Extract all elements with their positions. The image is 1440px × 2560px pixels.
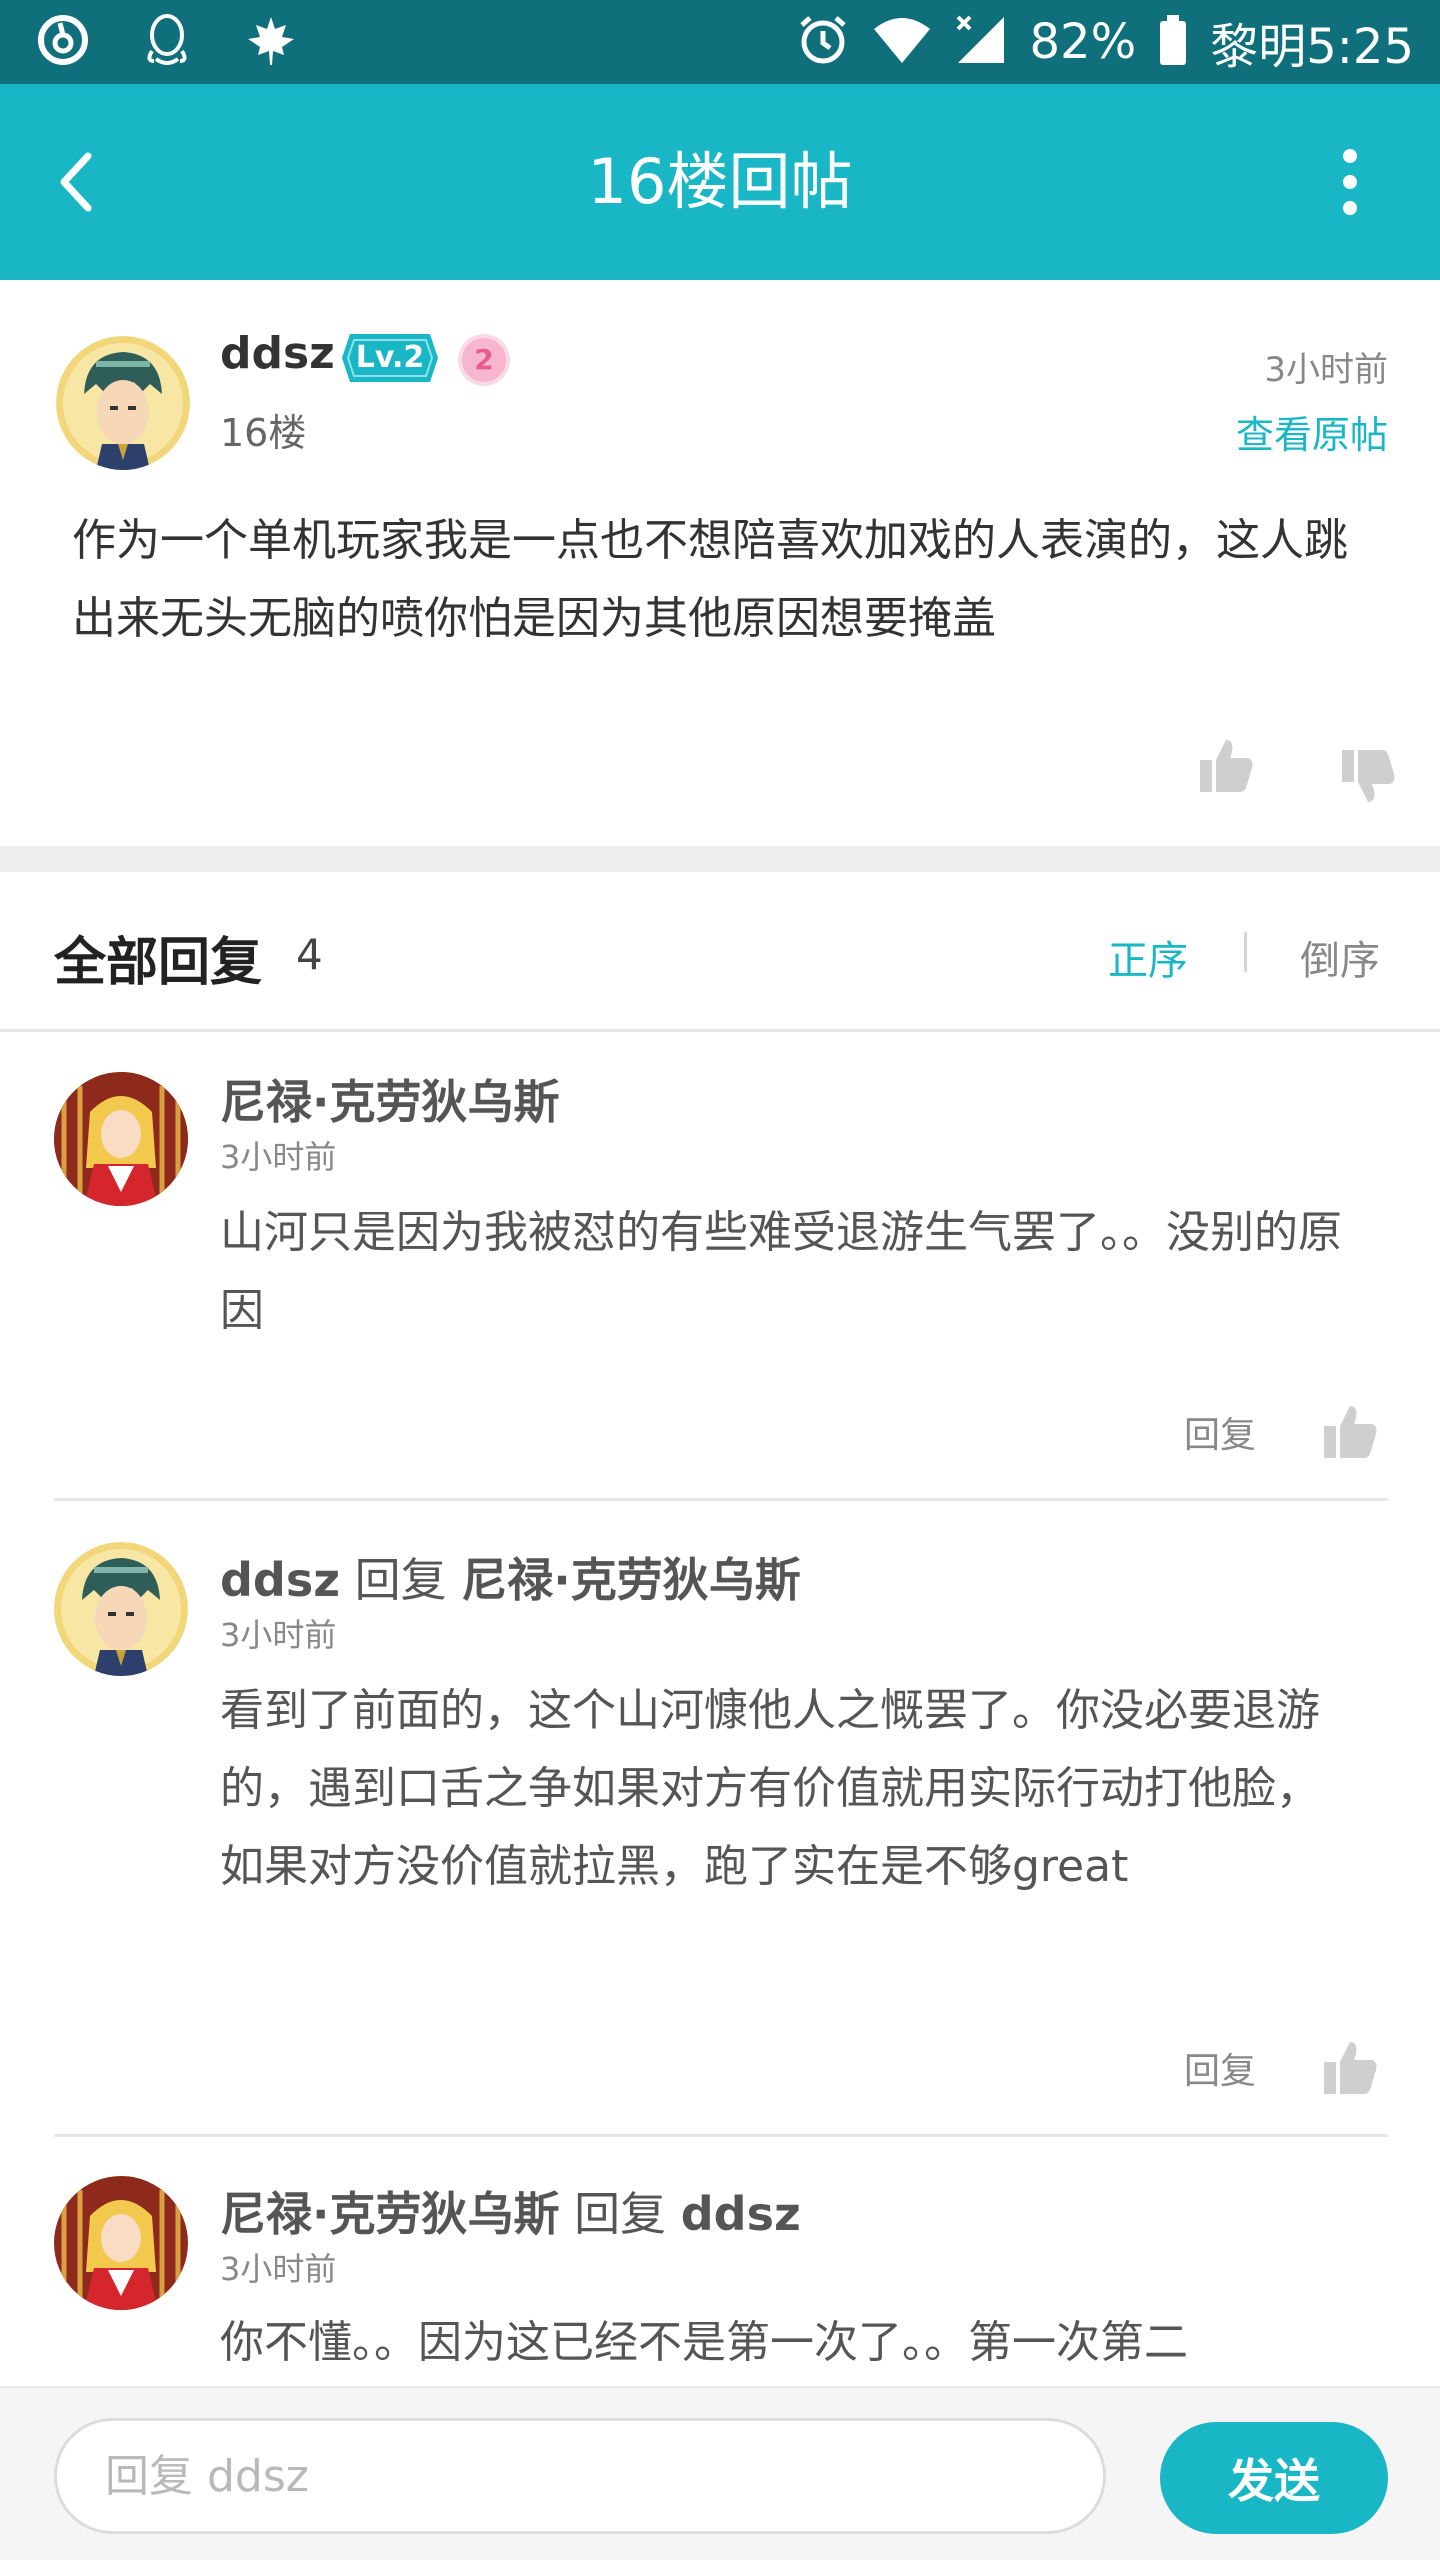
sort-descending-button[interactable]: 倒序 — [1300, 928, 1380, 986]
avatar[interactable] — [54, 1542, 188, 1676]
reply-target[interactable]: ddsz — [681, 2187, 801, 2241]
reply-content: 看到了前面的，这个山河慷他人之慨罢了。你没必要退游的，遇到口舌之争如果对方有价值… — [220, 1685, 1320, 1892]
medal-badge: 2 — [458, 334, 510, 386]
netease-music-icon — [36, 13, 90, 71]
reply-input-bar: 发送 — [0, 2386, 1440, 2560]
signal-icon — [954, 13, 1008, 71]
app-bar: 16楼回帖 — [0, 84, 1440, 280]
dislike-button[interactable] — [1338, 746, 1398, 806]
reply-item: 尼禄·克劳狄乌斯 3小时前 山河只是因为我被怼的有些难受退游生气罢了。。没别的原… — [0, 1032, 1440, 1502]
sort-separator — [1244, 932, 1247, 972]
reply-time: 3小时前 — [220, 1138, 337, 1176]
thumb-down-icon — [1342, 750, 1395, 802]
replies-header: 全部回复 4 正序 倒序 — [0, 872, 1440, 1032]
section-divider — [0, 846, 1440, 872]
avatar[interactable] — [54, 2176, 188, 2310]
reply-header: ddsz 回复 尼禄·克劳狄乌斯 — [220, 1544, 801, 1610]
send-button[interactable]: 发送 — [1160, 2422, 1388, 2534]
more-button[interactable] — [1330, 142, 1370, 222]
reply-button[interactable]: 回复 — [1184, 1406, 1256, 1458]
reply-divider — [54, 2134, 1388, 2137]
wifi-icon — [872, 15, 932, 69]
reply-content: 山河只是因为我被怼的有些难受退游生气罢了。。没别的原因 — [220, 1207, 1342, 1336]
avatar[interactable] — [54, 1072, 188, 1206]
level-badge: Lv.2 — [340, 332, 440, 384]
reply-author[interactable]: 尼禄·克劳狄乌斯 — [220, 2187, 559, 2241]
post-time: 3小时前 — [1264, 350, 1388, 390]
original-post: ddsz Lv.2 2 16楼 3小时前 查看原帖 作为一个单机玩家我是一点也不… — [0, 280, 1440, 846]
avatar[interactable] — [56, 336, 190, 470]
reply-author[interactable]: ddsz — [220, 1553, 340, 1607]
thumb-up-icon — [1200, 740, 1253, 792]
thumb-up-icon — [1324, 1406, 1377, 1458]
level-text: Lv.2 — [355, 340, 425, 375]
reply-time: 3小时前 — [220, 1616, 337, 1654]
like-button[interactable] — [1196, 736, 1256, 796]
like-button[interactable] — [1320, 2038, 1380, 2098]
clock: 黎明5:25 — [1210, 19, 1414, 75]
post-content: 作为一个单机玩家我是一点也不想陪喜欢加戏的人表演的，这人跳出来无头无脑的喷你怕是… — [72, 515, 1348, 644]
replies-count: 4 — [296, 930, 323, 979]
reply-target[interactable]: 尼禄·克劳狄乌斯 — [461, 1553, 800, 1607]
post-floor: 16楼 — [220, 411, 307, 455]
qq-icon — [142, 11, 192, 73]
alarm-icon — [796, 13, 850, 71]
reply-header: 尼禄·克劳狄乌斯 — [220, 1066, 559, 1132]
sort-ascending-button[interactable]: 正序 — [1108, 928, 1188, 986]
thumb-up-icon — [1324, 2042, 1377, 2094]
reply-header: 尼禄·克劳狄乌斯 回复 ddsz — [220, 2178, 801, 2244]
battery-percent: 82% — [1029, 14, 1137, 70]
reply-item: 尼禄·克劳狄乌斯 回复 ddsz 3小时前 你不懂。。因为这已经不是第一次了。。… — [0, 2138, 1440, 2386]
battery-icon — [1158, 13, 1188, 71]
like-button[interactable] — [1320, 1402, 1380, 1462]
reply-item: ddsz 回复 尼禄·克劳狄乌斯 3小时前 看到了前面的，这个山河慷他人之慨罢了… — [0, 1502, 1440, 2138]
reply-input[interactable] — [54, 2418, 1106, 2534]
more-vertical-icon — [1343, 149, 1357, 215]
page-title: 16楼回帖 — [587, 145, 853, 218]
reply-author[interactable]: 尼禄·克劳狄乌斯 — [220, 1075, 559, 1129]
reply-time: 3小时前 — [220, 2250, 337, 2288]
reply-to-label: 回复 — [340, 1553, 462, 1607]
view-original-link[interactable]: 查看原帖 — [1236, 404, 1388, 459]
replies-title: 全部回复 — [54, 933, 263, 993]
reply-to-label: 回复 — [559, 2187, 681, 2241]
reply-content: 你不懂。。因为这已经不是第一次了。。第一次第二 — [220, 2317, 1188, 2368]
status-bar: 82% 黎明5:25 — [0, 0, 1440, 84]
maple-leaf-icon — [244, 13, 298, 71]
reply-divider — [54, 1498, 1388, 1501]
post-username[interactable]: ddsz — [220, 328, 335, 379]
reply-button[interactable]: 回复 — [1184, 2042, 1256, 2094]
